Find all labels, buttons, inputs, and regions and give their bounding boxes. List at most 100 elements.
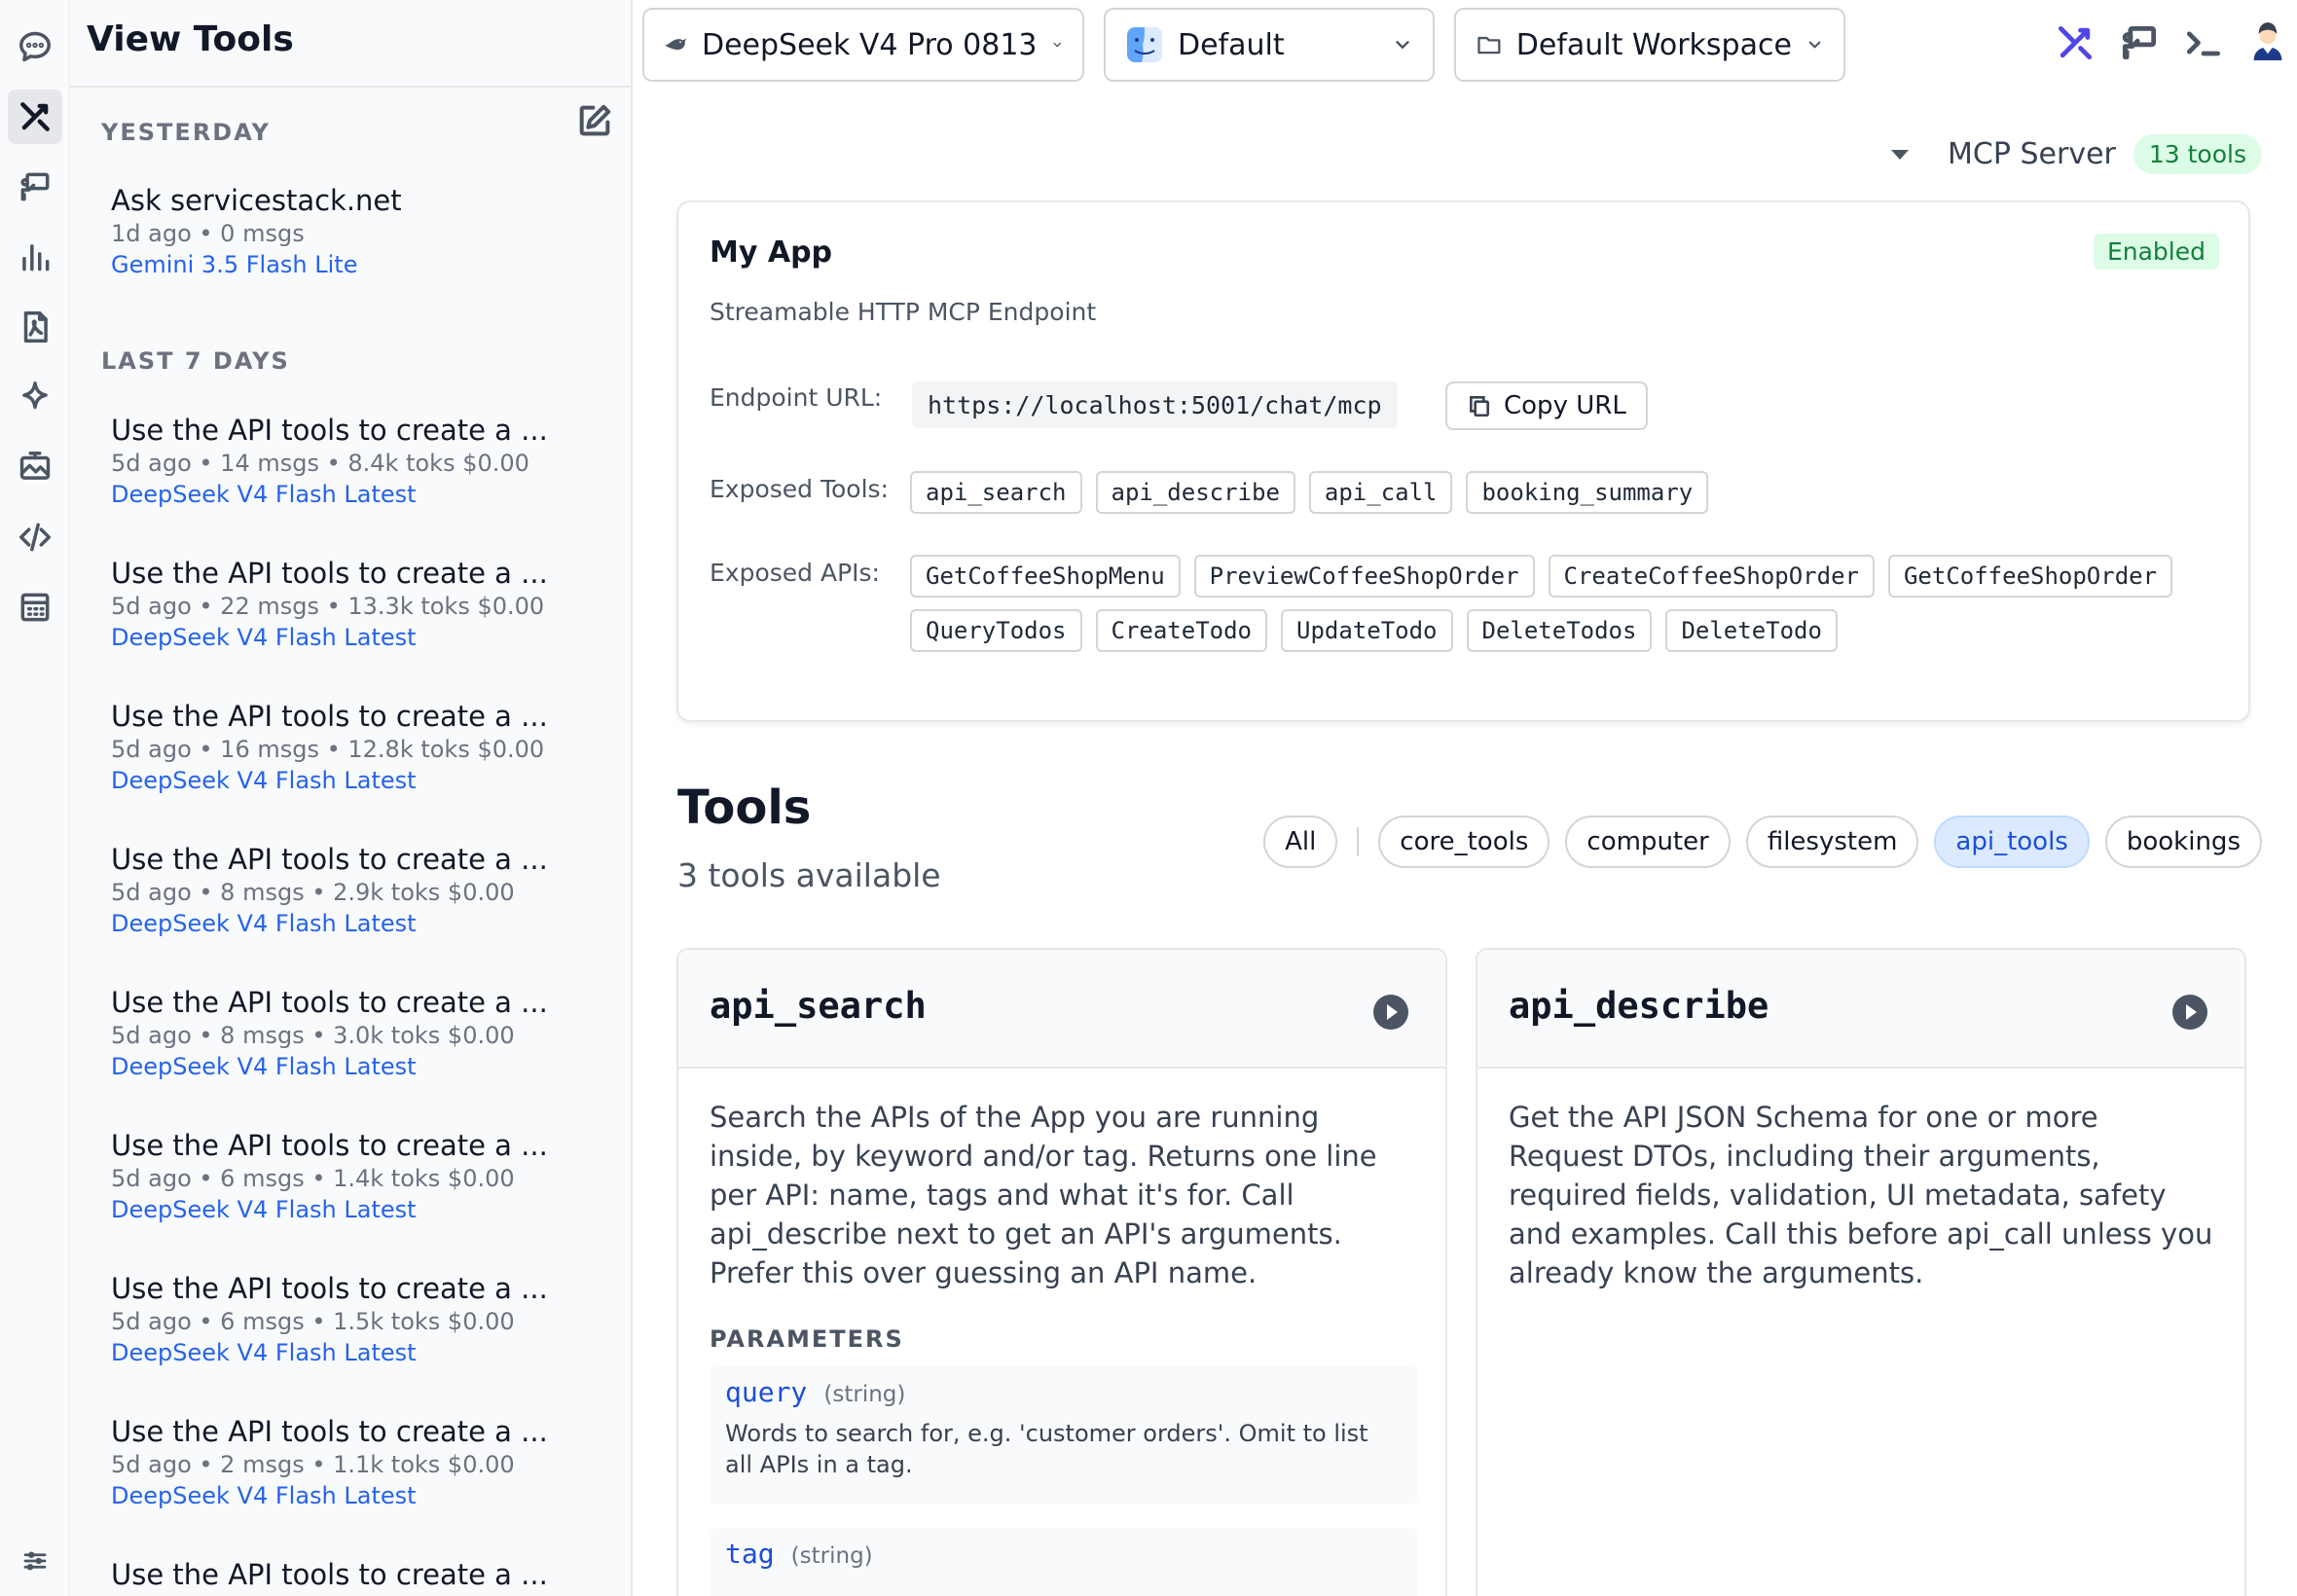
pdf-icon[interactable]	[8, 300, 62, 354]
mcp-server-label: MCP Server	[1948, 137, 2116, 171]
thread-item[interactable]: Use the API tools to create a ... 5d ago…	[111, 1128, 617, 1225]
thread-title: Use the API tools to create a ...	[111, 414, 548, 447]
sidebar-header: View Tools	[70, 0, 631, 88]
tool-count-badge: 13 tools	[2133, 134, 2262, 174]
thread-item[interactable]: Use the API tools to create a ... 5d ago…	[111, 1414, 617, 1511]
thread-item[interactable]: Use the API tools to create a ... 5d ago…	[111, 556, 617, 653]
caret-down-icon	[1891, 149, 1910, 160]
thread-title: Use the API tools to create a ...	[111, 1272, 548, 1305]
parameter-item: tag (string)	[710, 1528, 1418, 1596]
main-panel: DeepSeek V4 Pro 0813 Default Default Wor…	[633, 0, 2297, 1596]
thread-model: Gemini 3.5 Flash Lite	[111, 251, 358, 278]
endpoint-label: Endpoint URL:	[710, 383, 883, 412]
play-icon[interactable]	[1371, 993, 1410, 1032]
terminal-icon[interactable]	[2182, 21, 2225, 64]
bar-chart-icon[interactable]	[8, 230, 62, 284]
profile-selector[interactable]: Default	[1104, 8, 1435, 82]
code-icon[interactable]	[8, 510, 62, 564]
chat-bubble-icon[interactable]	[8, 19, 62, 74]
presentation-icon[interactable]	[2118, 21, 2161, 64]
user-avatar-icon[interactable]	[2246, 18, 2295, 68]
copy-url-label: Copy URL	[1504, 391, 1626, 420]
play-icon[interactable]	[2170, 993, 2209, 1032]
thread-title: Use the API tools to create a ...	[111, 986, 548, 1019]
thread-item[interactable]: Use the API tools to create a ...	[111, 1557, 617, 1592]
api-chip: CreateTodo	[1095, 609, 1267, 652]
workspace-selector[interactable]: Default Workspace	[1454, 8, 1845, 82]
model-selector[interactable]: DeepSeek V4 Pro 0813	[642, 8, 1084, 82]
filter-computer[interactable]: computer	[1565, 816, 1731, 868]
thread-model: DeepSeek V4 Flash Latest	[111, 624, 417, 651]
endpoint-url: https://localhost:5001/chat/mcp	[912, 381, 1398, 428]
model-label: DeepSeek V4 Pro 0813	[701, 27, 1038, 62]
calendar-icon[interactable]	[8, 580, 62, 635]
thread-meta: 5d ago • 2 msgs • 1.1k toks $0.00	[111, 1451, 515, 1478]
thread-model: DeepSeek V4 Flash Latest	[111, 1196, 417, 1223]
api-chip: GetCoffeeShopOrder	[1887, 555, 2173, 598]
thread-meta: 5d ago • 22 msgs • 13.3k toks $0.00	[111, 593, 545, 620]
chevron-down-icon	[1052, 42, 1061, 48]
thread-title: Use the API tools to create a ...	[111, 557, 548, 590]
tool-card-header: api_describe	[1477, 950, 2244, 1069]
thread-title: Ask servicestack.net	[111, 184, 402, 217]
chevron-down-icon	[1808, 41, 1821, 49]
icon-rail	[0, 0, 70, 1596]
thread-title: Use the API tools to create a ...	[111, 1415, 548, 1448]
exposed-apis-label: Exposed APIs:	[710, 559, 880, 587]
thread-meta: 5d ago • 8 msgs • 2.9k toks $0.00	[111, 879, 515, 906]
tools-icon[interactable]	[8, 90, 62, 144]
filter-api-tools[interactable]: api_tools	[1934, 816, 2090, 868]
filter-all[interactable]: All	[1263, 816, 1338, 868]
parameter-name: query	[725, 1376, 808, 1408]
thread-meta: 1d ago • 0 msgs	[111, 220, 305, 247]
tool-chip: api_call	[1308, 471, 1453, 514]
filter-core-tools[interactable]: core_tools	[1378, 816, 1550, 868]
thread-item[interactable]: Use the API tools to create a ... 5d ago…	[111, 985, 617, 1082]
thread-meta: 5d ago • 6 msgs • 1.5k toks $0.00	[111, 1308, 515, 1335]
parameter-description: Words to search for, e.g. 'customer orde…	[725, 1420, 1368, 1478]
tool-description: Search the APIs of the App you are runni…	[710, 1101, 1377, 1289]
thread-meta: 5d ago • 16 msgs • 12.8k toks $0.00	[111, 736, 545, 763]
parameter-type: (string)	[790, 1543, 873, 1569]
thread-sidebar: View Tools YESTERDAY LAST 7 DAYS Ask ser…	[70, 0, 633, 1596]
image-icon[interactable]	[8, 440, 62, 494]
mcp-app-card: My App Enabled Streamable HTTP MCP Endpo…	[676, 200, 2250, 722]
copy-icon	[1470, 396, 1489, 417]
thread-model: DeepSeek V4 Flash Latest	[111, 481, 417, 508]
finder-face-icon	[1127, 27, 1162, 62]
folder-icon	[1477, 36, 1501, 54]
thread-item[interactable]: Use the API tools to create a ... 5d ago…	[111, 1271, 617, 1368]
api-chip: DeleteTodo	[1665, 609, 1838, 652]
tools-count: 3 tools available	[677, 856, 941, 894]
thread-meta: 5d ago • 14 msgs • 8.4k toks $0.00	[111, 450, 529, 477]
api-chip: PreviewCoffeeShopOrder	[1193, 555, 1535, 598]
tool-chip: api_describe	[1095, 471, 1295, 514]
filter-bookings[interactable]: bookings	[2104, 816, 2262, 868]
thread-model: DeepSeek V4 Flash Latest	[111, 767, 417, 794]
thread-item[interactable]: Use the API tools to create a ... 5d ago…	[111, 413, 617, 510]
thread-item[interactable]: Ask servicestack.net 1d ago • 0 msgs Gem…	[111, 183, 617, 280]
thread-title: Use the API tools to create a ...	[111, 1558, 548, 1591]
workspace-label: Default Workspace	[1515, 27, 1792, 62]
sparkle-icon[interactable]	[8, 370, 62, 424]
tool-chip: booking_summary	[1466, 471, 1709, 514]
parameters-label: PARAMETERS	[710, 1325, 904, 1353]
tools-icon[interactable]	[2054, 21, 2096, 64]
thread-item[interactable]: Use the API tools to create a ... 5d ago…	[111, 699, 617, 796]
mcp-server-toggle[interactable]: MCP Server 13 tools	[1891, 134, 2262, 174]
thread-title: Use the API tools to create a ...	[111, 843, 548, 876]
filter-filesystem[interactable]: filesystem	[1745, 816, 1919, 868]
thread-item[interactable]: Use the API tools to create a ... 5d ago…	[111, 842, 617, 939]
api-chip: CreateCoffeeShopOrder	[1548, 555, 1875, 598]
thread-model: DeepSeek V4 Flash Latest	[111, 910, 417, 937]
page-title: View Tools	[87, 19, 294, 59]
tool-description: Get the API JSON Schema for one or more …	[1509, 1101, 2213, 1289]
new-chat-icon[interactable]	[575, 101, 614, 140]
thread-meta: 5d ago • 6 msgs • 1.4k toks $0.00	[111, 1165, 515, 1192]
status-badge: Enabled	[2093, 234, 2219, 270]
tool-chip: api_search	[910, 471, 1082, 514]
copy-url-button[interactable]: Copy URL	[1445, 381, 1648, 430]
group-label-yesterday: YESTERDAY	[101, 119, 271, 146]
presentation-icon[interactable]	[8, 160, 62, 214]
sliders-icon[interactable]	[8, 1540, 62, 1582]
